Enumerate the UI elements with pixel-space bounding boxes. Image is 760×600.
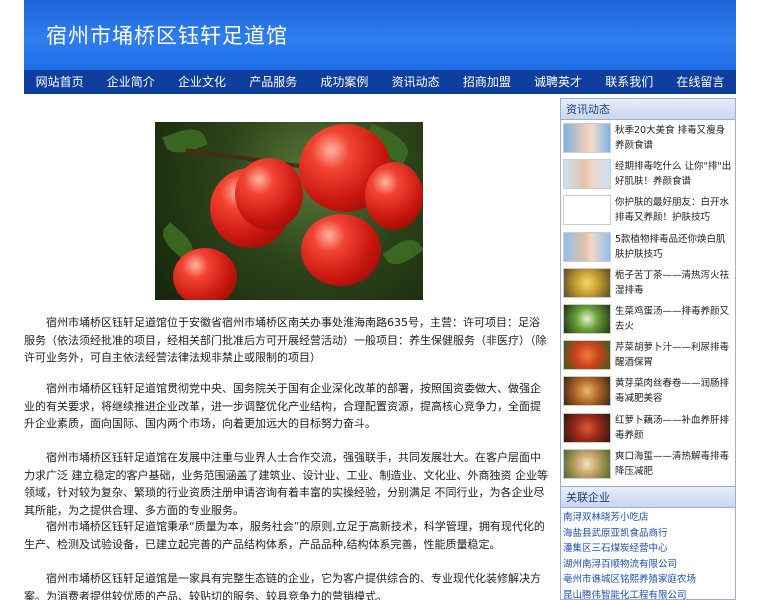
nav-item-jobs[interactable]: 诚聘英才 (522, 70, 593, 94)
news-item-title[interactable]: 红萝卜藕汤——补血养肝排毒养颜 (615, 413, 733, 443)
news-item-title[interactable]: 你护肤的最好朋友：白开水排毒又养颜！护肤技巧 (615, 195, 733, 225)
face-photo-thumbnail[interactable] (563, 123, 611, 154)
sidebar: 资讯动态 秋季20大美食 排毒又瘦身养颜食谱 经期排毒吃什么 让你"排"出好肌肤… (560, 98, 736, 600)
main-content: 宿州市埇桥区钰轩足道馆位于安徽省宿州市埇桥区南关办事处淮海南路635号，主营：许… (24, 98, 554, 600)
related-company-link[interactable]: 亳州市谯城区铭熙养殖家庭农场 (561, 572, 735, 588)
food-photo-thumbnail[interactable] (563, 376, 611, 407)
related-companies-title: 关联企业 (560, 486, 736, 508)
news-item[interactable]: 栀子苦丁茶——清热泻火祛湿排毒 (561, 265, 735, 301)
cooperation-paragraph: 宿州市埇桥区钰轩足道馆在发展中注重与业界人士合作交流，强强联手，共同发展壮大。在… (24, 451, 548, 517)
nav-item-message[interactable]: 在线留言 (665, 70, 736, 94)
related-company-link[interactable]: 潘集区三石煤炭经营中心 (561, 541, 735, 557)
nav-item-news[interactable]: 资讯动态 (380, 70, 451, 94)
face-photo-thumbnail[interactable] (563, 159, 611, 190)
news-item[interactable]: 黄芽菜肉丝春卷——润肠排毒减肥美容 (561, 373, 735, 409)
news-item-title[interactable]: 黄芽菜肉丝春卷——润肠排毒减肥美容 (615, 376, 733, 406)
news-item-title[interactable]: 5款植物排毒品还你焕白肌肤护肤技巧 (615, 232, 733, 262)
food-photo-thumbnail[interactable] (563, 448, 611, 479)
reform-paragraph: 宿州市埇桥区钰轩足道馆贯彻党中央、国务院关于国有企业深化改革的部署，按照国资委做… (24, 382, 541, 430)
site-header: 宿州市埇桥区钰轩足道馆 (24, 0, 736, 70)
news-item[interactable]: 秋季20大美食 排毒又瘦身养颜食谱 (561, 120, 735, 156)
related-company-link[interactable]: 南浔双林晓芳小吃店 (561, 510, 735, 526)
main-nav: 网站首页 企业简介 企业文化 产品服务 成功案例 资讯动态 招商加盟 诚聘英才 … (24, 70, 736, 94)
food-photo-thumbnail[interactable] (563, 412, 611, 443)
blank-thumbnail[interactable] (563, 195, 611, 226)
nav-item-products[interactable]: 产品服务 (238, 70, 309, 94)
quality-paragraph: 宿州市埇桥区钰轩足道馆秉承“质量为本，服务社会”的原则,立足于高新技术，科学管理… (24, 520, 545, 551)
news-item-title[interactable]: 栀子苦丁茶——清热泻火祛湿排毒 (615, 268, 733, 298)
related-company-link[interactable]: 海盐县武原亚凯食品商行 (561, 526, 735, 542)
news-item[interactable]: 芹菜胡萝卜汁——利尿排毒醒酒保胃 (561, 337, 735, 373)
related-companies-list: 南浔双林晓芳小吃店 海盐县武原亚凯食品商行 潘集区三石煤炭经营中心 湖州南浔百顺… (560, 508, 736, 600)
news-item[interactable]: 5款植物排毒品还你焕白肌肤护肤技巧 (561, 229, 735, 265)
news-item[interactable]: 爽口海蜇——清热解毒排毒降压减肥 (561, 446, 735, 482)
news-section-title: 资讯动态 (560, 98, 736, 120)
hero-image-apples (155, 122, 423, 300)
food-photo-thumbnail[interactable] (563, 267, 611, 298)
news-list: 秋季20大美食 排毒又瘦身养颜食谱 经期排毒吃什么 让你"排"出好肌肤！养颜食谱… (560, 120, 736, 496)
related-company-link[interactable]: 昆山腾伟智能化工程有限公司 (561, 588, 735, 600)
news-item-title[interactable]: 秋季20大美食 排毒又瘦身养颜食谱 (615, 123, 733, 153)
news-item[interactable]: 生菜鸡蛋汤——排毒养颜又去火 (561, 301, 735, 337)
ecosystem-paragraph: 宿州市埇桥区钰轩足道馆是一家具有完整生态链的企业，它为客户提供综合的、专业现代化… (24, 572, 541, 600)
nav-item-franchise[interactable]: 招商加盟 (451, 70, 522, 94)
nav-item-culture[interactable]: 企业文化 (166, 70, 237, 94)
face-photo-thumbnail[interactable] (563, 231, 611, 262)
nav-item-contact[interactable]: 联系我们 (594, 70, 665, 94)
nav-item-home[interactable]: 网站首页 (24, 70, 95, 94)
related-company-link[interactable]: 湖州南浔百顺物流有限公司 (561, 557, 735, 573)
news-item-title[interactable]: 爽口海蜇——清热解毒排毒降压减肥 (615, 449, 733, 479)
news-item[interactable]: 红萝卜藕汤——补血养肝排毒养颜 (561, 410, 735, 446)
news-item[interactable]: 经期排毒吃什么 让你"排"出好肌肤！养颜食谱 (561, 156, 735, 192)
news-item-title[interactable]: 芹菜胡萝卜汁——利尿排毒醒酒保胃 (615, 340, 733, 370)
nav-item-cases[interactable]: 成功案例 (309, 70, 380, 94)
news-item-title[interactable]: 经期排毒吃什么 让你"排"出好肌肤！养颜食谱 (615, 159, 733, 189)
food-photo-thumbnail[interactable] (563, 340, 611, 371)
site-title: 宿州市埇桥区钰轩足道馆 (46, 24, 288, 48)
news-item[interactable]: 你护肤的最好朋友：白开水排毒又养颜！护肤技巧 (561, 192, 735, 228)
food-photo-thumbnail[interactable] (563, 304, 611, 335)
news-item-title[interactable]: 生菜鸡蛋汤——排毒养颜又去火 (615, 304, 733, 334)
intro-paragraph: 宿州市埇桥区钰轩足道馆位于安徽省宿州市埇桥区南关办事处淮海南路635号，主营：许… (24, 316, 547, 364)
nav-item-about[interactable]: 企业简介 (95, 70, 166, 94)
related-companies-box: 关联企业 南浔双林晓芳小吃店 海盐县武原亚凯食品商行 潘集区三石煤炭经营中心 湖… (560, 486, 736, 600)
